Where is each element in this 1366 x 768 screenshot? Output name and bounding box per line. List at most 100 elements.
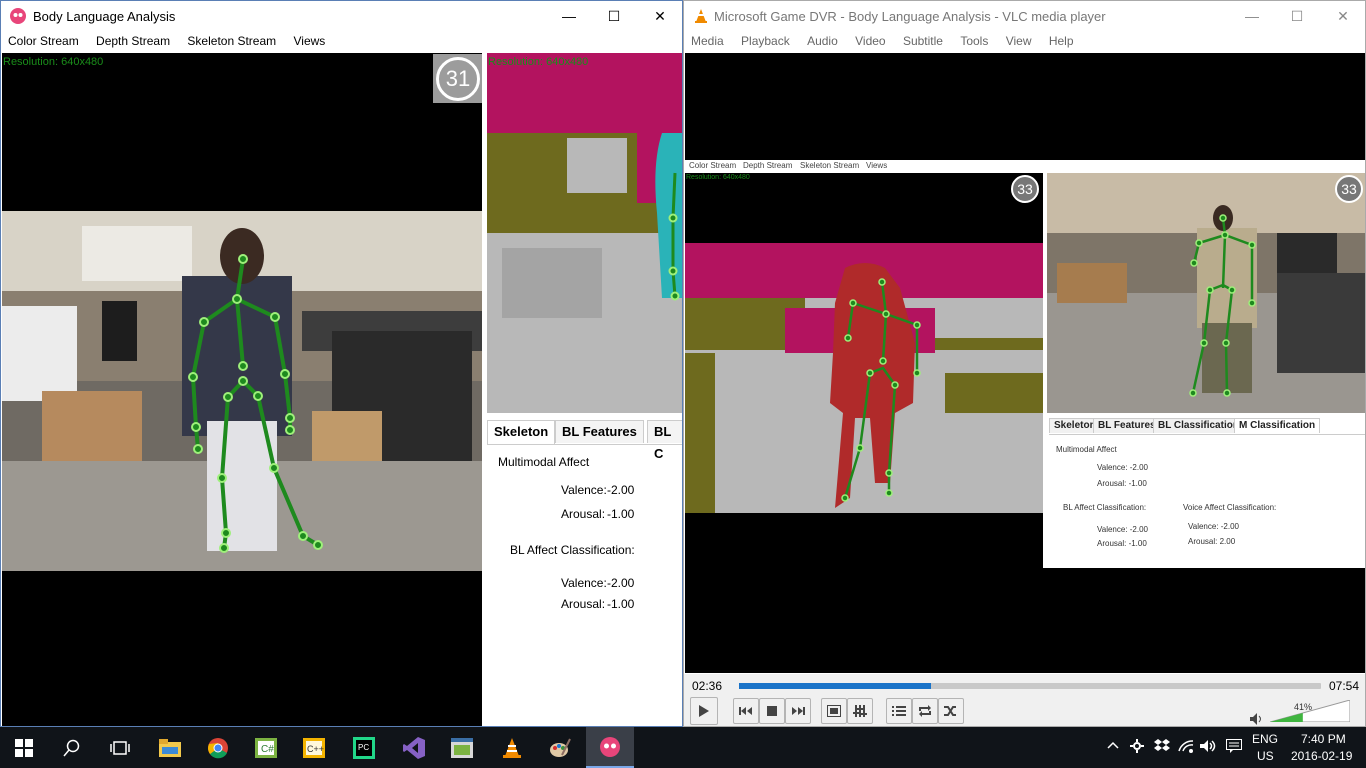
taskbar-cpp-app[interactable]: C++ xyxy=(290,727,338,768)
tray-clock-time[interactable]: 7:40 PM xyxy=(1301,732,1346,746)
taskbar-vlc[interactable] xyxy=(488,727,536,768)
previous-icon xyxy=(739,707,752,715)
vlc-maximize-button[interactable]: ☐ xyxy=(1274,1,1320,31)
taskbar-csharp-app[interactable]: C# xyxy=(242,727,290,768)
tray-gear-icon[interactable] xyxy=(1130,739,1144,756)
recorded-badge-right: 33 xyxy=(1335,175,1363,203)
minimize-button[interactable]: — xyxy=(546,1,592,31)
fullscreen-button[interactable] xyxy=(821,698,847,724)
vlc-window: Microsoft Game DVR - Body Language Analy… xyxy=(683,0,1366,727)
vlc-menu-playback[interactable]: Playback xyxy=(734,31,797,48)
playlist-button[interactable] xyxy=(886,698,912,724)
window-title: Body Language Analysis xyxy=(33,9,176,24)
recorded-badge-left: 33 xyxy=(1011,175,1039,203)
maximize-button[interactable]: ☐ xyxy=(591,1,637,31)
stop-button[interactable] xyxy=(759,698,785,724)
volume-percent: 41% xyxy=(1294,702,1313,712)
next-icon xyxy=(792,707,805,715)
recorded-menu-color: Color Stream xyxy=(689,161,737,170)
tray-overflow-icon[interactable] xyxy=(1107,739,1119,753)
tray-dropbox-icon[interactable] xyxy=(1154,739,1170,756)
close-button[interactable]: ✕ xyxy=(637,1,682,31)
menu-color-stream[interactable]: Color Stream xyxy=(1,31,86,48)
svg-text:C++: C++ xyxy=(307,744,324,754)
multimodal-title: Multimodal Affect xyxy=(498,455,590,469)
tray-wifi-icon[interactable] xyxy=(1178,739,1194,756)
taskbar-app-window[interactable] xyxy=(438,727,486,768)
vlc-menu-tools[interactable]: Tools xyxy=(953,31,995,48)
visual-studio-icon xyxy=(403,736,425,759)
tray-notification-icon[interactable] xyxy=(1226,739,1242,756)
vlc-close-button[interactable]: ✕ xyxy=(1320,1,1365,31)
recorded-depth-view: Resolution: 640x480 33 xyxy=(685,173,1043,568)
recorded-depth-resolution: Resolution: 640x480 xyxy=(686,174,750,181)
loop-icon xyxy=(919,705,931,717)
recorded-voice-valence: Valence: -2.00 xyxy=(1188,522,1239,531)
vlc-menu-media[interactable]: Media xyxy=(684,31,731,48)
arousal-label: Arousal: xyxy=(561,507,606,521)
bl-valence-value: -2.00 xyxy=(607,576,635,590)
recorded-arousal: Arousal: -1.00 xyxy=(1097,479,1147,488)
seek-bar[interactable] xyxy=(739,683,1321,689)
tray-clock-date[interactable]: 2016-02-19 xyxy=(1291,749,1352,763)
shuffle-button[interactable] xyxy=(938,698,964,724)
recorded-valence: Valence: -2.00 xyxy=(1097,463,1148,472)
tab-skeleton[interactable]: Skeleton xyxy=(487,420,556,444)
vlc-menu-subtitle[interactable]: Subtitle xyxy=(896,31,950,48)
playlist-icon xyxy=(892,706,906,716)
vlc-icon xyxy=(503,737,521,758)
taskbar-pycharm[interactable]: PC xyxy=(340,727,388,768)
bl-arousal-value: -1.00 xyxy=(607,597,635,611)
start-button[interactable] xyxy=(0,727,48,768)
arousal-value: -1.00 xyxy=(607,507,635,521)
recorded-classification-panel: Skeleton BL Features BL Classification M… xyxy=(1047,416,1365,568)
taskbar-file-explorer[interactable] xyxy=(146,727,194,768)
taskbar-chrome[interactable] xyxy=(194,727,242,768)
frame-count-badge: 31 xyxy=(436,57,480,101)
task-view-button[interactable] xyxy=(96,727,144,768)
body-language-app-icon xyxy=(600,736,620,757)
previous-button[interactable] xyxy=(733,698,759,724)
menu-views[interactable]: Views xyxy=(286,31,332,48)
title-bar[interactable]: Body Language Analysis — ☐ ✕ xyxy=(1,1,682,31)
tray-volume-icon[interactable] xyxy=(1200,739,1218,756)
loop-button[interactable] xyxy=(912,698,938,724)
recorded-depth-image xyxy=(685,243,1043,513)
vlc-menu-view[interactable]: View xyxy=(999,31,1039,48)
tray-region[interactable]: US xyxy=(1257,749,1274,763)
vlc-menu-video[interactable]: Video xyxy=(848,31,892,48)
stop-icon xyxy=(767,706,777,716)
speaker-icon[interactable] xyxy=(1250,712,1264,726)
task-view-icon xyxy=(110,740,130,755)
svg-text:C#: C# xyxy=(261,744,274,755)
menu-depth-stream[interactable]: Depth Stream xyxy=(89,31,177,48)
shuffle-icon xyxy=(944,706,956,716)
depth-image xyxy=(487,53,682,413)
taskbar-body-language-analysis[interactable] xyxy=(586,727,634,768)
color-stream-view: Resolution: 640x480 31 xyxy=(2,53,482,726)
vlc-menu-help[interactable]: Help xyxy=(1042,31,1081,48)
recorded-color-image xyxy=(1047,173,1365,413)
search-button[interactable] xyxy=(48,727,96,768)
play-button[interactable] xyxy=(690,697,718,725)
analysis-panel: Skeleton BL Features BL C Multimodal Aff… xyxy=(483,413,682,726)
vlc-title-bar[interactable]: Microsoft Game DVR - Body Language Analy… xyxy=(684,1,1365,31)
extended-settings-button[interactable] xyxy=(847,698,873,724)
tab-bl-features[interactable]: BL Features xyxy=(555,420,644,443)
tab-bl-classification[interactable]: BL C xyxy=(647,420,682,461)
recorded-tab-bl-features: BL Features xyxy=(1093,418,1161,433)
csharp-icon: C# xyxy=(255,737,277,758)
taskbar-visual-studio[interactable] xyxy=(390,727,438,768)
next-button[interactable] xyxy=(785,698,811,724)
volume-slider[interactable]: 41% xyxy=(1269,699,1351,723)
vlc-menu-audio[interactable]: Audio xyxy=(800,31,845,48)
folder-icon xyxy=(159,738,181,757)
taskbar-paint[interactable] xyxy=(536,727,584,768)
recorded-menu-views: Views xyxy=(866,161,888,170)
vlc-minimize-button[interactable]: — xyxy=(1229,1,1275,31)
depth-stream-view: Resolution: 640x480 xyxy=(487,53,682,413)
video-area[interactable]: Color Stream Depth Stream Skeleton Strea… xyxy=(685,53,1365,673)
pycharm-icon: PC xyxy=(353,736,375,759)
menu-skeleton-stream[interactable]: Skeleton Stream xyxy=(180,31,283,48)
tray-language[interactable]: ENG xyxy=(1252,732,1278,746)
